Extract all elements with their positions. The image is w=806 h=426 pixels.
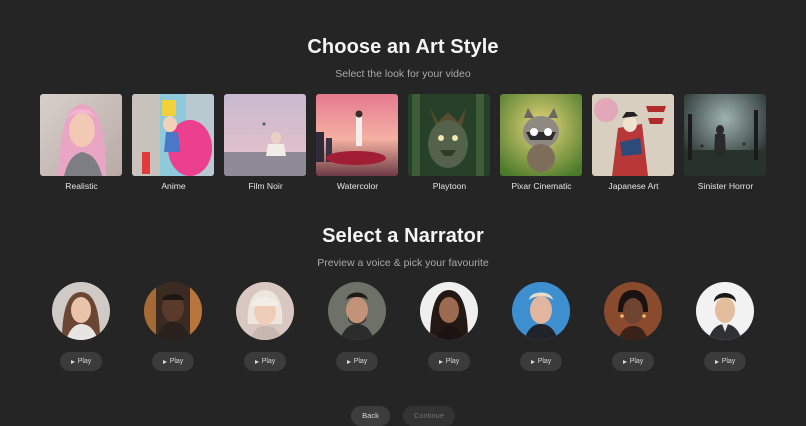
play-label: Play xyxy=(169,358,184,365)
narrator-card[interactable] xyxy=(512,282,572,340)
narrator-card[interactable] xyxy=(144,282,204,340)
narrator-avatar[interactable] xyxy=(236,282,294,340)
narrator-card[interactable] xyxy=(696,282,756,340)
narrator-subtitle: Preview a voice & pick your favourite xyxy=(317,257,489,269)
playtoon-thumbnail xyxy=(408,94,490,176)
film-noir-thumbnail xyxy=(224,94,306,176)
anime-thumbnail xyxy=(132,94,214,176)
play-label: Play xyxy=(353,358,368,365)
sinister-horror-thumbnail xyxy=(684,94,766,176)
style-card-japanese-art[interactable]: Japanese Art xyxy=(592,94,675,191)
play-icon xyxy=(254,359,259,364)
narrator-card[interactable] xyxy=(52,282,112,340)
style-card-realistic[interactable]: Realistic xyxy=(40,94,123,191)
narrator-avatar[interactable] xyxy=(696,282,754,340)
narrator-card[interactable] xyxy=(420,282,480,340)
play-button[interactable]: Play xyxy=(428,352,470,371)
narrator-title: Select a Narrator xyxy=(322,225,484,247)
style-card-playtoon[interactable]: Playtoon xyxy=(408,94,491,191)
play-label: Play xyxy=(445,358,460,365)
style-card-watercolor[interactable]: Watercolor xyxy=(316,94,399,191)
play-button[interactable]: Play xyxy=(336,352,378,371)
continue-button[interactable]: Continue xyxy=(403,406,455,426)
style-label: Realistic xyxy=(65,181,98,191)
style-label: Playtoon xyxy=(432,181,467,191)
play-icon xyxy=(70,359,75,364)
play-label: Play xyxy=(537,358,552,365)
style-card-pixar-cinematic[interactable]: Pixar Cinematic xyxy=(500,94,583,191)
style-label: Anime xyxy=(161,181,186,191)
play-button[interactable]: Play xyxy=(704,352,746,371)
play-button[interactable]: Play xyxy=(520,352,562,371)
play-label: Play xyxy=(721,358,736,365)
art-style-title: Choose an Art Style xyxy=(307,36,499,58)
style-label: Japanese Art xyxy=(608,181,659,191)
narrator-avatar[interactable] xyxy=(420,282,478,340)
pixar-cinematic-thumbnail xyxy=(500,94,582,176)
play-icon xyxy=(714,359,719,364)
narrator-avatar[interactable] xyxy=(512,282,570,340)
play-icon xyxy=(530,359,535,364)
narrator-avatar[interactable] xyxy=(52,282,110,340)
style-card-film-noir[interactable]: Film Noir xyxy=(224,94,307,191)
narrator-avatar[interactable] xyxy=(604,282,662,340)
play-icon xyxy=(438,359,443,364)
style-label: Watercolor xyxy=(336,181,379,191)
play-label: Play xyxy=(77,358,92,365)
play-icon xyxy=(346,359,351,364)
play-button[interactable]: Play xyxy=(244,352,286,371)
japanese-art-thumbnail xyxy=(592,94,674,176)
watercolor-thumbnail xyxy=(316,94,398,176)
style-label: Sinister Horror xyxy=(697,181,754,191)
style-card-sinister-horror[interactable]: Sinister Horror xyxy=(684,94,767,191)
play-button[interactable]: Play xyxy=(60,352,102,371)
narrator-avatar[interactable] xyxy=(144,282,202,340)
back-button[interactable]: Back xyxy=(351,406,390,426)
narrator-card[interactable] xyxy=(328,282,388,340)
play-icon xyxy=(622,359,627,364)
style-card-anime[interactable]: Anime xyxy=(132,94,215,191)
style-label: Pixar Cinematic xyxy=(511,181,572,191)
style-label: Film Noir xyxy=(248,181,283,191)
narrator-card[interactable] xyxy=(604,282,664,340)
narrator-card[interactable] xyxy=(236,282,296,340)
play-button[interactable]: Play xyxy=(152,352,194,371)
play-label: Play xyxy=(629,358,644,365)
realistic-thumbnail xyxy=(40,94,122,176)
play-icon xyxy=(162,359,167,364)
narrator-avatar[interactable] xyxy=(328,282,386,340)
play-button[interactable]: Play xyxy=(612,352,654,371)
art-style-grid: Realistic Anime Film Noir Watercolor Pla… xyxy=(40,94,770,204)
play-label: Play xyxy=(261,358,276,365)
narrator-grid: Play Play Play Play Play Play Play Play xyxy=(52,282,772,372)
art-style-subtitle: Select the look for your video xyxy=(335,68,471,80)
